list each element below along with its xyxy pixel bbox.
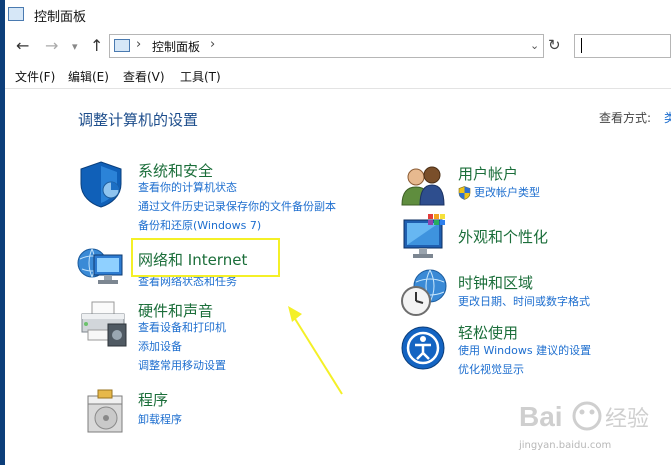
- title-bar: [5, 0, 671, 30]
- watermark-brand2: 经验: [605, 407, 649, 432]
- window-title: 控制面板: [34, 10, 87, 25]
- search-input[interactable]: [574, 34, 671, 58]
- link-change-account-type[interactable]: 更改帐户类型: [474, 187, 540, 198]
- link-optimize-display[interactable]: 优化视觉显示: [458, 364, 524, 375]
- network-icon: [77, 248, 123, 284]
- control-panel-icon: [114, 39, 130, 52]
- link-devices-printers[interactable]: 查看设备和打印机: [138, 322, 226, 333]
- control-panel-icon: [8, 7, 24, 21]
- category-clock-region[interactable]: 时钟和区域: [458, 272, 533, 293]
- view-by-dropdown[interactable]: 类: [664, 109, 671, 126]
- category-system-security[interactable]: 系统和安全: [138, 160, 213, 181]
- highlight-box: [131, 238, 280, 277]
- shield-icon: [80, 161, 122, 208]
- annotation-arrow: [288, 306, 343, 395]
- link-recommended-settings[interactable]: 使用 Windows 建议的设置: [458, 345, 591, 356]
- address-dropdown-button[interactable]: ⌄: [530, 39, 539, 52]
- ease-of-access-icon: [401, 326, 445, 370]
- printer-icon: [81, 301, 127, 347]
- menu-file[interactable]: 文件(F): [15, 68, 55, 85]
- category-programs[interactable]: 程序: [138, 389, 168, 410]
- link-add-device[interactable]: 添加设备: [138, 341, 182, 352]
- link-view-computer-status[interactable]: 查看你的计算机状态: [138, 182, 237, 193]
- menu-edit[interactable]: 编辑(E): [68, 68, 109, 85]
- uac-shield-icon: [458, 186, 471, 200]
- watermark-brand: Bai: [519, 401, 563, 432]
- breadcrumb-control-panel[interactable]: 控制面板: [152, 38, 200, 55]
- forward-button[interactable]: →: [45, 36, 58, 55]
- menu-tools[interactable]: 工具(T): [180, 68, 221, 85]
- link-mobility-settings[interactable]: 调整常用移动设置: [138, 360, 226, 371]
- back-button[interactable]: ←: [16, 36, 29, 55]
- link-file-history[interactable]: 通过文件历史记录保存你的文件备份副本: [138, 201, 336, 212]
- link-backup-restore[interactable]: 备份和还原(Windows 7): [138, 220, 261, 231]
- page-title: 调整计算机的设置: [78, 111, 199, 129]
- baidu-watermark-logo: Bai 经验: [519, 401, 649, 432]
- recent-locations-button[interactable]: ▾: [72, 40, 78, 53]
- text-caret: [581, 38, 582, 53]
- monitor-palette-icon: [403, 214, 445, 258]
- link-date-time-format[interactable]: 更改日期、时间或数字格式: [458, 296, 590, 307]
- desktop-edge: [0, 0, 5, 465]
- category-ease-of-access[interactable]: 轻松使用: [458, 322, 518, 343]
- users-icon: [401, 166, 445, 206]
- refresh-button[interactable]: ↻: [548, 36, 561, 54]
- menu-view[interactable]: 查看(V): [123, 68, 165, 85]
- link-uninstall-program[interactable]: 卸载程序: [138, 414, 182, 425]
- watermark-url: jingyan.baidu.com: [519, 440, 612, 451]
- link-network-status[interactable]: 查看网络状态和任务: [138, 276, 237, 287]
- up-button[interactable]: ↑: [90, 36, 103, 55]
- clock-globe-icon: [401, 269, 447, 316]
- category-user-accounts[interactable]: 用户帐户: [458, 163, 518, 184]
- breadcrumb-separator[interactable]: ›: [136, 37, 141, 52]
- view-by-label: 查看方式:: [599, 111, 652, 125]
- breadcrumb-arrow[interactable]: ›: [210, 37, 215, 52]
- category-hardware-sound[interactable]: 硬件和声音: [138, 300, 213, 321]
- category-appearance[interactable]: 外观和个性化: [458, 226, 548, 247]
- programs-icon: [87, 389, 123, 433]
- divider: [5, 88, 671, 89]
